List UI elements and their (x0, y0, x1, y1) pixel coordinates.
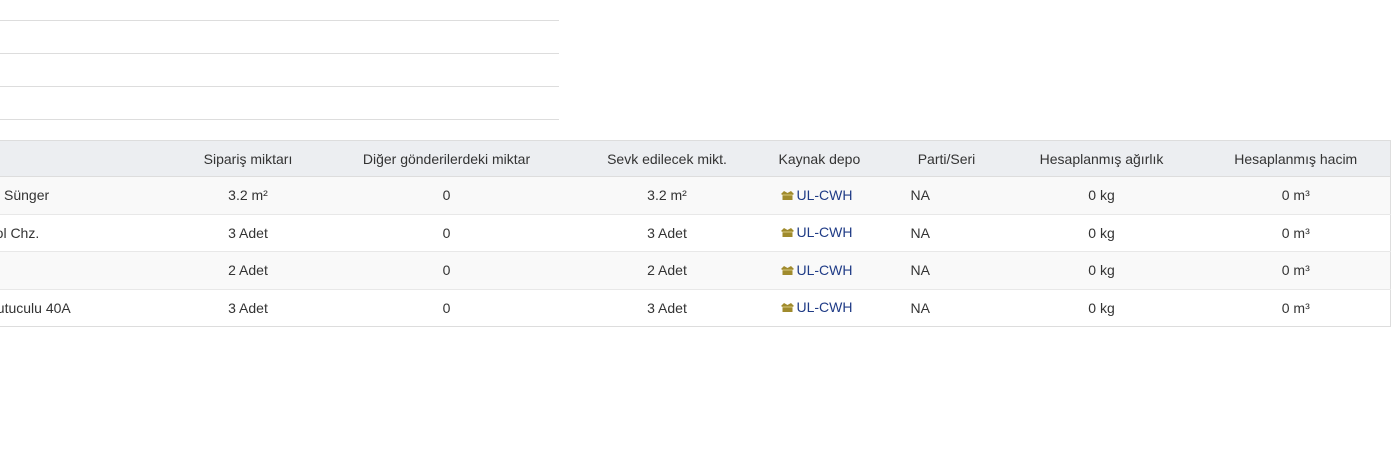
lot-serial-value: NA (910, 262, 930, 279)
order-qty-cell: 3 Adet (172, 213, 324, 252)
warehouse-icon (780, 263, 795, 279)
table-row: rol Chz. 3 Adet 0 3 Adet UL-CWH NA 0 kg … (0, 213, 1391, 252)
lot-serial-cell: NA (891, 251, 1002, 289)
table-row: 2 Adet 0 2 Adet UL-CWH NA 0 kg 0 m³ (0, 251, 1391, 289)
source-warehouse-cell: UL-CWH (764, 251, 892, 289)
lot-serial-cell: NA (891, 176, 1002, 214)
other-shipments-qty-cell: 0 (323, 213, 570, 252)
product-cell: gutuculu 40A (0, 288, 173, 327)
field-separator (0, 20, 559, 21)
other-shipments-qty-cell: 0 (323, 251, 570, 289)
warehouse-icon (780, 188, 795, 204)
calc-weight-cell: 0 kg (1001, 288, 1202, 327)
lot-serial-value: NA (910, 187, 930, 204)
product-label: gutuculu 40A (0, 299, 71, 316)
source-warehouse-link[interactable]: UL-CWH (797, 262, 853, 278)
calc-volume-cell: 0 m³ (1201, 251, 1391, 289)
column-header-product (0, 140, 173, 177)
lot-serial-value: NA (910, 299, 930, 316)
source-warehouse-cell: UL-CWH (764, 213, 892, 252)
qty-to-ship-cell: 3 Adet (569, 288, 765, 327)
source-warehouse-link[interactable]: UL-CWH (797, 224, 853, 240)
field-separator (0, 86, 559, 87)
source-warehouse-cell: UL-CWH (764, 288, 892, 327)
source-warehouse-link[interactable]: UL-CWH (797, 299, 853, 315)
other-shipments-qty-cell: 0 (323, 288, 570, 327)
source-warehouse-link[interactable]: UL-CWH (797, 187, 853, 203)
calc-weight-cell: 0 kg (1001, 213, 1202, 252)
column-header-lot-serial: Parti/Seri (891, 140, 1002, 177)
calc-weight-cell: 0 kg (1001, 251, 1202, 289)
shipment-lines-table: Sipariş miktarı Diğer gönderilerdeki mik… (0, 140, 1391, 327)
product-cell (0, 251, 173, 289)
column-header-calc-volume: Hesaplanmış hacim (1201, 140, 1391, 177)
product-label: rol Chz. (0, 224, 40, 241)
warehouse-icon (780, 225, 795, 241)
column-header-order-qty: Sipariş miktarı (172, 140, 324, 177)
qty-to-ship-cell: 2 Adet (569, 251, 765, 289)
qty-to-ship-cell: 3.2 m² (569, 176, 765, 214)
order-qty-cell: 3.2 m² (172, 176, 324, 214)
column-header-other-shipments-qty: Diğer gönderilerdeki miktar (323, 140, 570, 177)
column-header-source-warehouse: Kaynak depo (764, 140, 892, 177)
other-shipments-qty-cell: 0 (323, 176, 570, 214)
calc-weight-cell: 0 kg (1001, 176, 1202, 214)
order-qty-cell: 3 Adet (172, 288, 324, 327)
warehouse-icon (780, 300, 795, 316)
lot-serial-cell: NA (891, 213, 1002, 252)
product-cell: rol Chz. (0, 213, 173, 252)
column-header-calc-weight: Hesaplanmış ağırlık (1001, 140, 1202, 177)
product-cell: Sünger (0, 176, 173, 214)
table-header-row: Sipariş miktarı Diğer gönderilerdeki mik… (0, 140, 1391, 177)
table-row: gutuculu 40A 3 Adet 0 3 Adet UL-CWH NA 0… (0, 288, 1391, 327)
calc-volume-cell: 0 m³ (1201, 288, 1391, 327)
lot-serial-cell: NA (891, 288, 1002, 327)
source-warehouse-cell: UL-CWH (764, 176, 892, 214)
qty-to-ship-cell: 3 Adet (569, 213, 765, 252)
field-separator (0, 119, 559, 120)
product-label: Sünger (4, 187, 50, 204)
table-row: Sünger 3.2 m² 0 3.2 m² UL-CWH NA 0 kg 0 … (0, 176, 1391, 214)
calc-volume-cell: 0 m³ (1201, 176, 1391, 214)
field-separator (0, 53, 559, 54)
calc-volume-cell: 0 m³ (1201, 213, 1391, 252)
order-qty-cell: 2 Adet (172, 251, 324, 289)
lot-serial-value: NA (910, 224, 930, 241)
column-header-qty-to-ship: Sevk edilecek mikt. (569, 140, 765, 177)
